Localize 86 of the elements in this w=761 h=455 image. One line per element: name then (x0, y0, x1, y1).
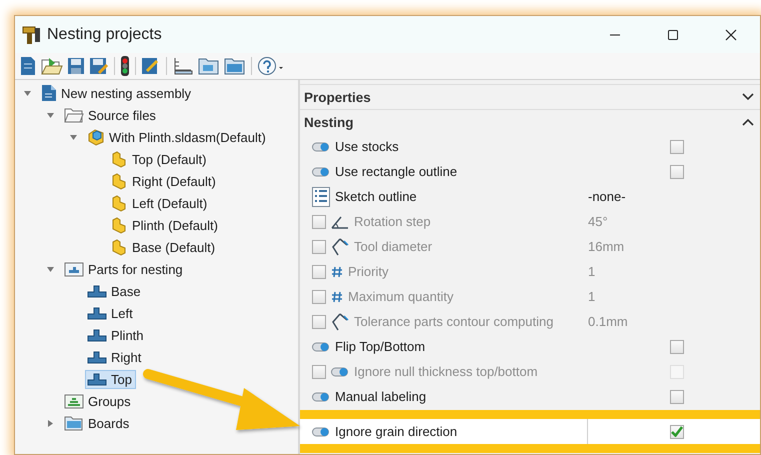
property-label: Ignore null thickness top/bottom (354, 364, 538, 379)
checkbox[interactable] (670, 390, 684, 404)
app-icon (22, 24, 42, 44)
property-label: Rotation step (354, 214, 431, 229)
corner-icon (331, 312, 349, 330)
checkbox[interactable] (670, 340, 684, 354)
toggle-icon (331, 366, 349, 376)
tree-item[interactable]: Left (85, 304, 137, 322)
hash-icon (331, 266, 343, 278)
property-value: 16mm (588, 239, 624, 254)
section-header: Properties (304, 90, 371, 104)
block-icon (110, 150, 128, 168)
folder-icon (64, 415, 84, 431)
tree-item[interactable]: Plinth (85, 326, 148, 344)
maximize-icon (667, 28, 679, 40)
tree-item[interactable]: Boards (62, 413, 134, 433)
property-label: Flip Top/Bottom (335, 339, 426, 354)
block-icon (87, 306, 107, 320)
hash-icon (331, 290, 343, 302)
property-label: Manual labeling (335, 389, 426, 404)
run-button[interactable] (119, 55, 131, 77)
toggle-icon (312, 426, 330, 436)
property-value: -none- (588, 189, 626, 204)
tree-item[interactable]: Right (Default) (108, 170, 220, 192)
expand-caret-icon[interactable] (48, 420, 53, 426)
corner-icon (331, 238, 349, 256)
tree-item[interactable]: Base (Default) (108, 236, 220, 258)
block-icon (87, 328, 107, 342)
block-icon (110, 238, 128, 256)
folder-icon (64, 107, 84, 123)
property-value: 1 (588, 289, 596, 304)
property-value: 45° (588, 214, 608, 229)
property-label: Maximum quantity (348, 289, 454, 304)
folder-icon (64, 393, 84, 409)
property-value: 0.1mm (588, 314, 628, 329)
property-label: Tolerance parts contour computing (354, 314, 554, 329)
property-label: Ignore grain direction (335, 424, 458, 439)
checkbox[interactable] (670, 164, 684, 178)
tree-item[interactable]: With Plinth.sldasm(Default) (85, 126, 270, 148)
block-icon (87, 372, 107, 386)
tree-item[interactable]: Parts for nesting (62, 259, 187, 279)
help-button[interactable] (256, 55, 286, 77)
new-file-button[interactable] (18, 55, 38, 77)
block-icon (110, 216, 128, 234)
save-as-button[interactable] (88, 55, 110, 77)
toggle-icon (312, 342, 330, 352)
tree-item[interactable]: Base (85, 282, 145, 300)
block-icon (110, 172, 128, 190)
chevron-icon[interactable] (742, 118, 754, 126)
tree-item[interactable]: Left (Default) (108, 192, 212, 214)
checkbox[interactable] (670, 140, 684, 154)
window-title: Nesting projects (47, 26, 163, 44)
tree-item[interactable]: Right (85, 348, 146, 366)
property-value: 1 (588, 264, 596, 279)
collapse-caret-icon[interactable] (70, 134, 77, 140)
block-icon (110, 194, 128, 212)
close-icon (725, 28, 737, 40)
property-label: Priority (348, 264, 388, 279)
property-label: Tool diameter (354, 239, 432, 254)
chevron-icon[interactable] (742, 93, 754, 101)
list-icon (312, 186, 330, 206)
tree-item[interactable]: Groups (62, 391, 135, 411)
document-icon (41, 84, 57, 102)
collapse-caret-icon[interactable] (47, 112, 54, 118)
save-button[interactable] (66, 55, 86, 77)
angle-icon (331, 214, 349, 228)
collapse-caret-icon[interactable] (47, 266, 54, 272)
collapse-caret-icon[interactable] (24, 90, 31, 96)
property-label: Use rectangle outline (335, 164, 458, 179)
tree-item[interactable]: New nesting assembly (39, 82, 196, 104)
tree-item[interactable]: Plinth (Default) (108, 214, 222, 236)
block-icon (87, 350, 107, 364)
property-label: Sketch outline (335, 189, 417, 204)
cube-icon (87, 128, 105, 146)
checkbox[interactable] (670, 424, 684, 438)
property-label: Use stocks (335, 139, 399, 154)
open-button[interactable] (40, 55, 64, 77)
toggle-icon (312, 166, 330, 176)
toggle-icon (312, 142, 330, 152)
tree-item[interactable]: Top (85, 370, 136, 388)
tree-item[interactable]: Source files (62, 105, 160, 125)
tree-item[interactable]: Top (Default) (108, 148, 210, 170)
folder-icon (64, 261, 84, 277)
section-header: Nesting (304, 114, 354, 130)
block-icon (87, 284, 107, 298)
toggle-icon (312, 392, 330, 402)
